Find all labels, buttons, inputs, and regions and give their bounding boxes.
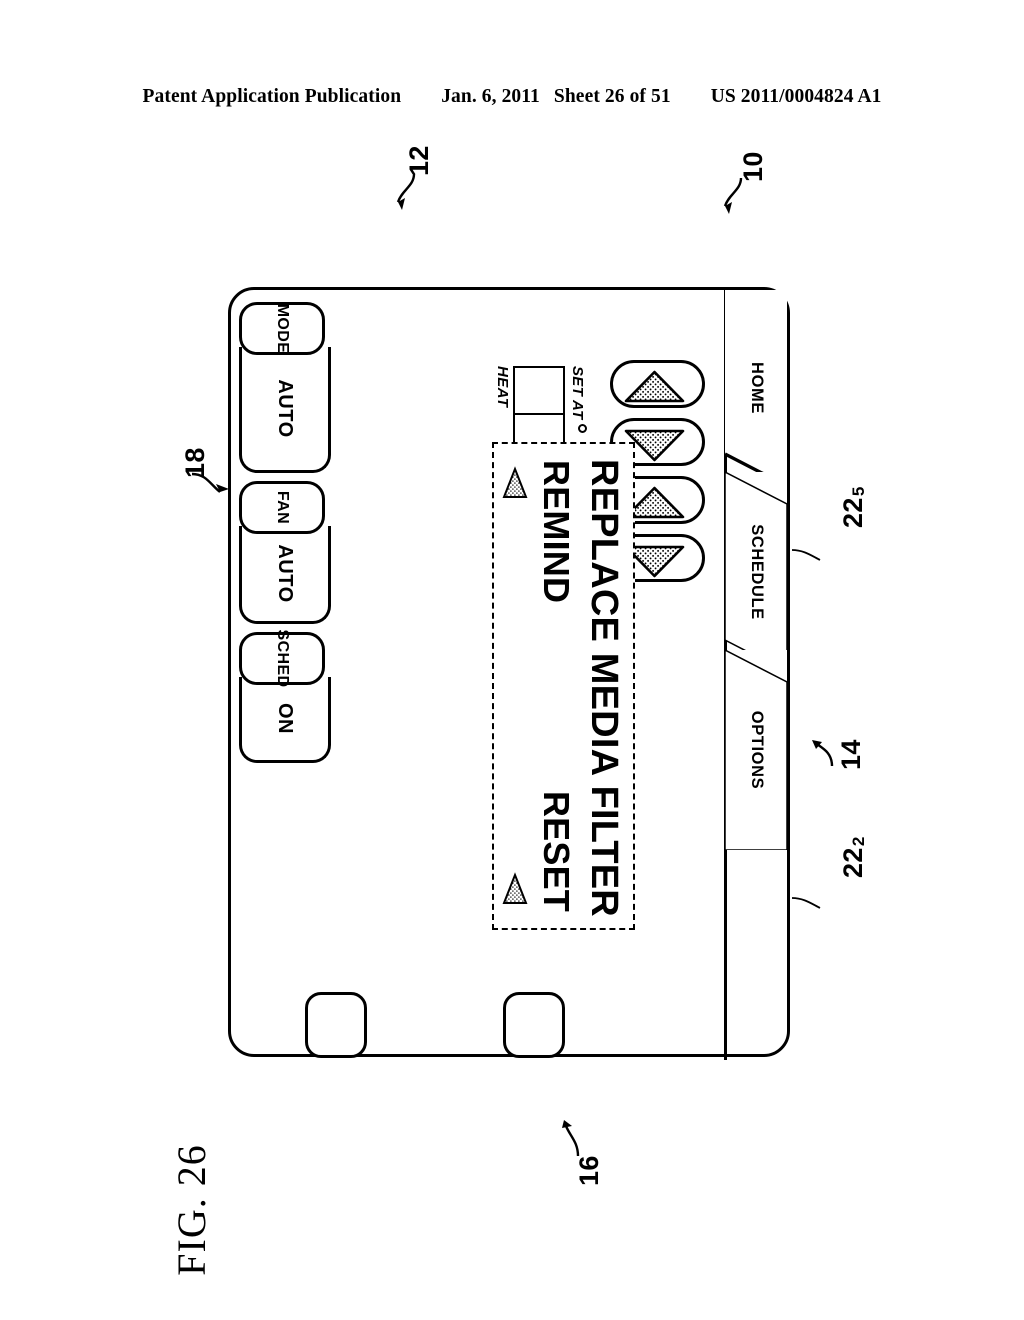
softkey-pointer-right-icon (502, 872, 528, 904)
tab-home[interactable]: HOME (725, 290, 787, 486)
status-group-sched: SCHED ON (239, 630, 335, 763)
triangle-left-icon (624, 370, 685, 403)
softkey-pointer-left-icon (502, 466, 528, 498)
leader-line-14 (812, 740, 834, 767)
degree-symbol-icon (578, 424, 587, 433)
reference-numeral-22-5: 225 (838, 486, 869, 528)
reference-numeral-22-2: 222 (838, 836, 869, 878)
reference-numeral-22-2-base: 22 (838, 847, 868, 878)
status-key-sched[interactable]: SCHED (239, 630, 325, 688)
setpoint-heat-set-label: SET AT (569, 366, 586, 420)
reference-numeral-22-5-base: 22 (838, 497, 868, 528)
status-key-mode[interactable]: MODE (239, 302, 325, 355)
status-key-fan[interactable]: FAN (239, 481, 325, 534)
publication-header: Patent Application Publication Jan. 6, 2… (0, 86, 1024, 108)
figure-label: FIG. 26 (169, 1144, 214, 1276)
reference-numeral-22-5-sub: 5 (849, 486, 868, 497)
tab-bar: HOME SCHEDULE OPTIONS (725, 290, 787, 1060)
reference-numeral-22-2-sub: 2 (849, 836, 868, 847)
alert-message-text: REPLACE MEDIA FILTER (583, 459, 625, 917)
status-button-bar: MODE AUTO FAN AUTO SCHED ON (239, 302, 335, 771)
tab-options[interactable]: OPTIONS (725, 650, 787, 850)
header-sheet-text: Sheet 26 of 51 (553, 86, 671, 107)
media-filter-alert-region: REPLACE MEDIA FILTER REMIND RESET (492, 442, 635, 930)
leader-line-16 (562, 1120, 580, 1157)
tab-home-shape (725, 290, 787, 486)
leader-line-10 (723, 177, 743, 214)
setpoint-heat-digit-tens (513, 366, 565, 415)
leader-line-22-5 (791, 549, 821, 561)
leader-line-12 (396, 173, 416, 210)
status-value-mode[interactable]: AUTO (239, 347, 331, 473)
leader-line-22-2 (791, 897, 821, 909)
header-publication-text: Patent Application Publication (142, 86, 402, 107)
status-value-sched[interactable]: ON (239, 677, 331, 763)
thermostat-figure: HOME SCHEDULE OPTIONS SET AT HEAT REPLAC… (228, 287, 790, 1060)
setpoint-heat-mode-label: HEAT (494, 366, 511, 408)
side-key-22-5[interactable] (503, 992, 565, 1058)
arrow-key-heat-down[interactable] (610, 360, 705, 408)
status-group-fan: FAN AUTO (239, 481, 335, 624)
side-key-22-2[interactable] (305, 992, 367, 1058)
alert-softkey-remind-label: REMIND (536, 460, 577, 604)
status-value-fan[interactable]: AUTO (239, 526, 331, 624)
tab-options-shape (725, 650, 787, 850)
tab-schedule-shape (725, 472, 787, 672)
status-group-mode: MODE AUTO (239, 302, 335, 473)
thermostat-device-body: HOME SCHEDULE OPTIONS SET AT HEAT REPLAC… (228, 287, 790, 1060)
alert-softkey-reset-label: RESET (536, 790, 577, 912)
tab-schedule[interactable]: SCHEDULE (725, 472, 787, 672)
header-date-text: Jan. 6, 2011 (441, 86, 540, 107)
header-patent-number: US 2011/0004824 A1 (710, 86, 882, 107)
